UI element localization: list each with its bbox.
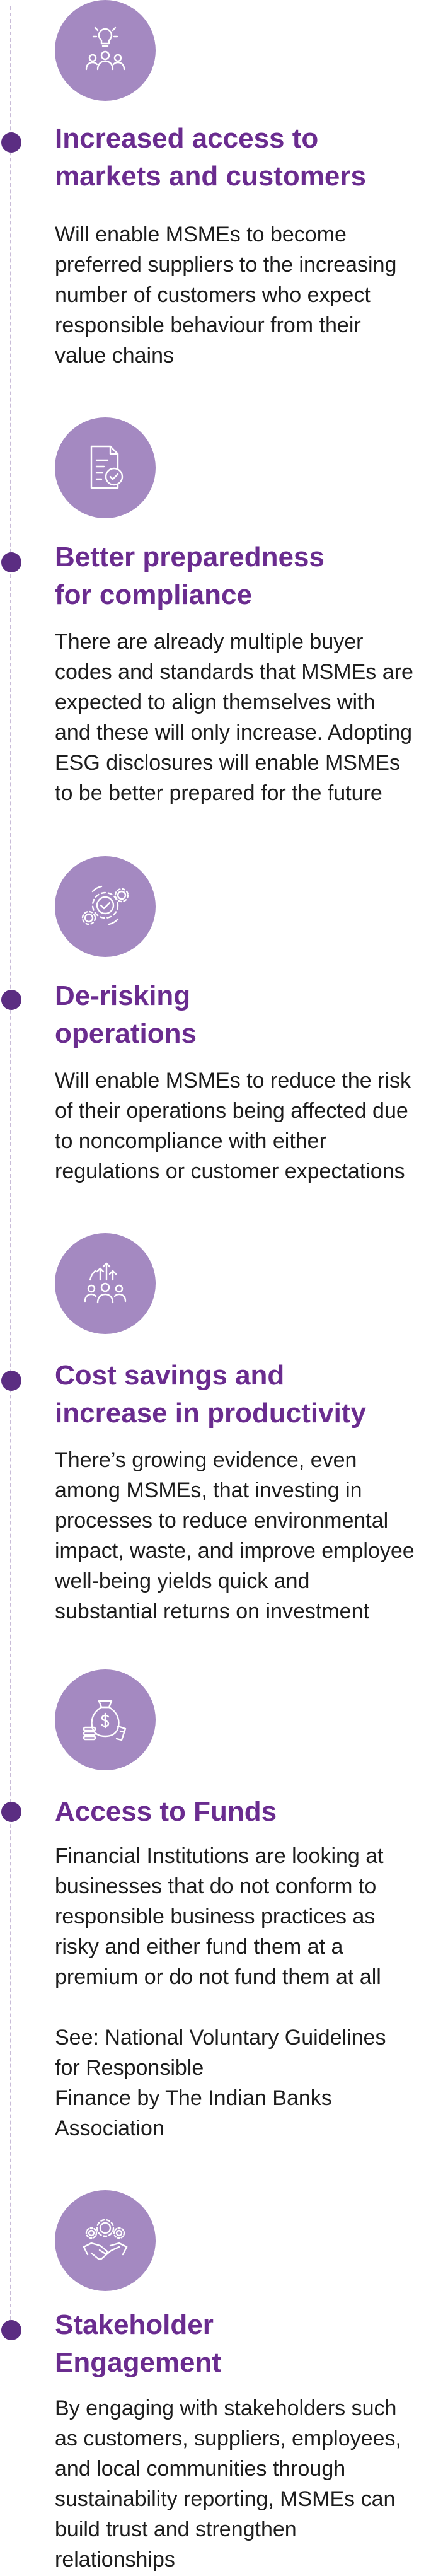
growth-team-icon [55,1233,156,1334]
item-description: Will enable MSMEs to reduce the risk of … [55,1069,411,1183]
item-title: Better preparedness for compliance [55,542,325,610]
item-title: Access to Funds [55,1796,277,1827]
timeline-dot [1,552,21,572]
timeline-line [10,6,11,2326]
timeline-dot [1,990,21,1010]
money-bag-icon [55,1669,156,1770]
idea-team-icon [55,0,156,101]
item-note: See: National Voluntary Guidelines for R… [55,2026,386,2140]
timeline-dot [1,2320,21,2340]
item-title: Cost savings and increase in productivit… [55,1360,366,1429]
item-description: There are already multiple buyer codes a… [55,630,413,805]
gears-check-icon [55,856,156,957]
timeline-dot [1,1371,21,1391]
handshake-gears-icon [55,2190,156,2291]
item-description: Will enable MSMEs to become preferred su… [55,223,397,368]
item-description: By engaging with stakeholders such as cu… [55,2396,401,2572]
timeline-dot [1,132,21,153]
item-title: Stakeholder Engagement [55,2309,222,2378]
item-description: There’s growing evidence, even among MSM… [55,1448,415,1623]
timeline-dot [1,1802,21,1822]
document-check-icon [55,417,156,518]
item-title: De-risking operations [55,980,197,1049]
item-title: Increased access to markets and customer… [55,123,366,192]
item-description: Financial Institutions are looking at bu… [55,1844,384,1989]
